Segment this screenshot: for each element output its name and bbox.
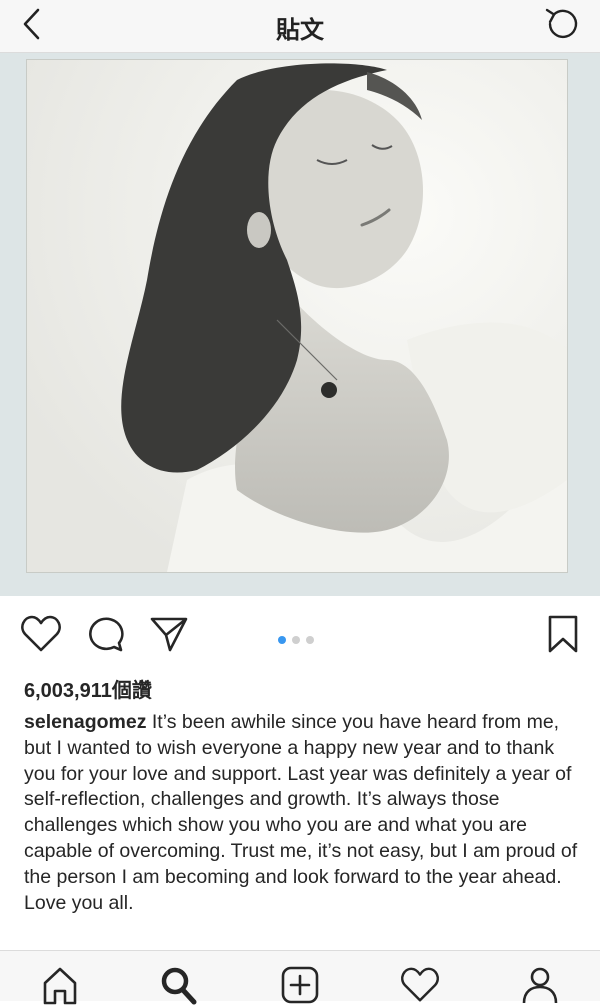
- post-media[interactable]: [0, 53, 600, 596]
- search-icon[interactable]: [158, 965, 198, 1005]
- heart-icon[interactable]: [20, 614, 62, 654]
- carousel-dot: [306, 636, 314, 644]
- profile-icon[interactable]: [520, 965, 560, 1005]
- carousel-indicator: [278, 631, 320, 644]
- caption-username[interactable]: selenagomez: [24, 711, 146, 733]
- carousel-dot: [292, 636, 300, 644]
- activity-heart-icon[interactable]: [400, 965, 440, 1005]
- bottom-navigation: [0, 950, 600, 1005]
- comment-icon[interactable]: [86, 614, 126, 654]
- add-post-icon[interactable]: [280, 965, 320, 1005]
- post-photo[interactable]: [26, 59, 568, 573]
- portrait-illustration: [27, 60, 567, 572]
- refresh-icon[interactable]: [542, 4, 582, 44]
- like-count[interactable]: 6,003,911個讚: [24, 674, 152, 703]
- carousel-dot-active: [278, 636, 286, 644]
- bookmark-icon[interactable]: [546, 614, 580, 654]
- home-icon[interactable]: [40, 965, 80, 1005]
- share-icon[interactable]: [148, 614, 190, 654]
- post-caption: selenagomez It’s been awhile since you h…: [24, 710, 584, 916]
- top-bar: 貼文: [0, 0, 600, 53]
- caption-text: It’s been awhile since you have heard fr…: [24, 711, 578, 914]
- page-title: 貼文: [276, 16, 324, 44]
